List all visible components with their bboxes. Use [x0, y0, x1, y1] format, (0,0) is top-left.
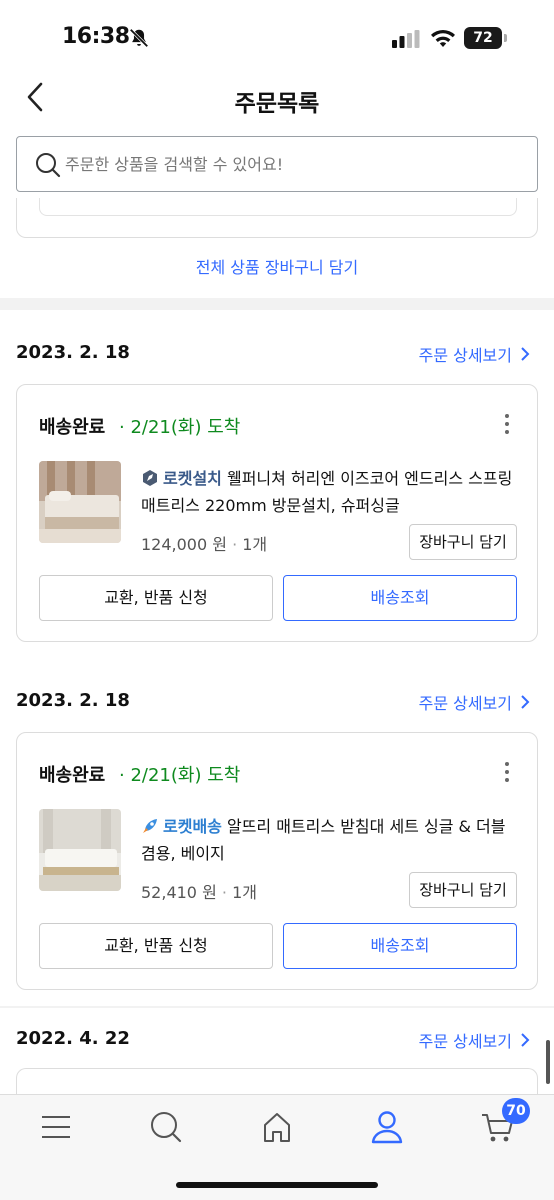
order-section: 2022. 4. 22 주문 상세보기 — [0, 1008, 554, 1108]
more-options-icon[interactable] — [503, 413, 511, 435]
price-quantity: 52,410 원 · 1개 — [141, 883, 257, 902]
search-area — [0, 128, 554, 198]
scrollbar[interactable] — [546, 1040, 550, 1084]
status-time: 16:38 — [62, 24, 130, 49]
order-card: 배송완료 · 2/21(화) 도착 로켓배송 알뜨리 매트리스 받침대 세트 싱… — [16, 732, 538, 990]
search-input[interactable] — [65, 151, 515, 177]
rocket-delivery-icon — [143, 819, 157, 833]
cart-count-badge: 70 — [502, 1098, 530, 1124]
delivery-status: 배송완료 — [39, 765, 106, 786]
quantity: 1개 — [242, 535, 268, 554]
order-date: 2022. 4. 22 — [16, 1028, 130, 1049]
add-to-cart-button[interactable]: 장바구니 담기 — [409, 872, 517, 908]
chevron-right-icon — [521, 695, 530, 709]
order-section: 2023. 2. 18 주문 상세보기 배송완료 · 2/21(화) 도착 로켓… — [0, 310, 554, 658]
previous-card-border — [16, 198, 538, 238]
add-to-cart-button[interactable]: 장바구니 담기 — [409, 524, 517, 560]
order-section: 2023. 2. 18 주문 상세보기 배송완료 · 2/21(화) 도착 로켓… — [0, 658, 554, 1006]
order-date: 2023. 2. 18 — [16, 342, 130, 363]
order-detail-label: 주문 상세보기 — [418, 346, 512, 365]
track-delivery-button[interactable]: 배송조회 — [283, 575, 517, 621]
product-info[interactable]: 로켓설치 웰퍼니쳐 허리엔 이즈코어 엔드리스 스프링 매트리스 220mm 방… — [141, 465, 521, 519]
rocket-install-badge: 로켓설치 — [163, 469, 222, 488]
order-card: 배송완료 · 2/21(화) 도착 로켓설치 웰퍼니쳐 허리엔 이즈코어 엔드리… — [16, 384, 538, 642]
wifi-icon — [431, 30, 455, 47]
home-icon[interactable] — [257, 1109, 297, 1145]
battery-icon: 72 — [464, 27, 508, 49]
rocket-install-icon — [143, 470, 157, 486]
arrival-date: · 2/21(화) 도착 — [119, 417, 241, 438]
order-detail-link[interactable]: 주문 상세보기 — [419, 342, 530, 366]
signal-icon — [392, 30, 420, 48]
order-detail-link[interactable]: 주문 상세보기 — [419, 1028, 530, 1052]
battery-level: 72 — [464, 27, 502, 49]
order-date: 2023. 2. 18 — [16, 690, 130, 711]
more-options-icon[interactable] — [503, 761, 511, 783]
exchange-return-button[interactable]: 교환, 반품 신청 — [39, 575, 273, 621]
product-image[interactable] — [39, 461, 121, 543]
product-info[interactable]: 로켓배송 알뜨리 매트리스 받침대 세트 싱글 & 더블 겸용, 베이지 — [141, 813, 521, 867]
product-image[interactable] — [39, 809, 121, 891]
page-title: 주문목록 — [234, 91, 320, 117]
add-all-to-cart-link[interactable]: 전체 상품 장바구니 담기 — [0, 254, 554, 278]
quantity: 1개 — [232, 883, 257, 902]
exchange-return-button[interactable]: 교환, 반품 신청 — [39, 923, 273, 969]
rocket-delivery-badge: 로켓배송 — [163, 817, 222, 836]
order-detail-label: 주문 상세보기 — [418, 694, 512, 713]
header: 주문목록 — [0, 66, 554, 128]
chevron-right-icon — [521, 347, 530, 361]
previous-order-card: 전체 상품 장바구니 담기 — [0, 198, 554, 298]
previous-product-box — [39, 198, 517, 216]
price-quantity: 124,000 원 · 1개 — [141, 535, 268, 554]
menu-icon[interactable] — [36, 1109, 76, 1145]
search-box[interactable] — [16, 136, 538, 192]
home-indicator — [176, 1182, 378, 1188]
bell-muted-icon — [129, 28, 149, 48]
track-delivery-button[interactable]: 배송조회 — [283, 923, 517, 969]
status-bar: 16:38 72 — [0, 0, 554, 66]
chevron-right-icon — [521, 1033, 530, 1047]
arrival-date: · 2/21(화) 도착 — [119, 765, 241, 786]
search-icon[interactable] — [146, 1109, 186, 1145]
price: 124,000 원 — [141, 535, 227, 554]
price: 52,410 원 — [141, 883, 217, 902]
order-detail-link[interactable]: 주문 상세보기 — [419, 690, 530, 714]
order-detail-label: 주문 상세보기 — [418, 1032, 512, 1051]
search-icon — [36, 153, 61, 178]
delivery-status: 배송완료 — [39, 417, 106, 438]
profile-icon[interactable] — [367, 1109, 407, 1145]
